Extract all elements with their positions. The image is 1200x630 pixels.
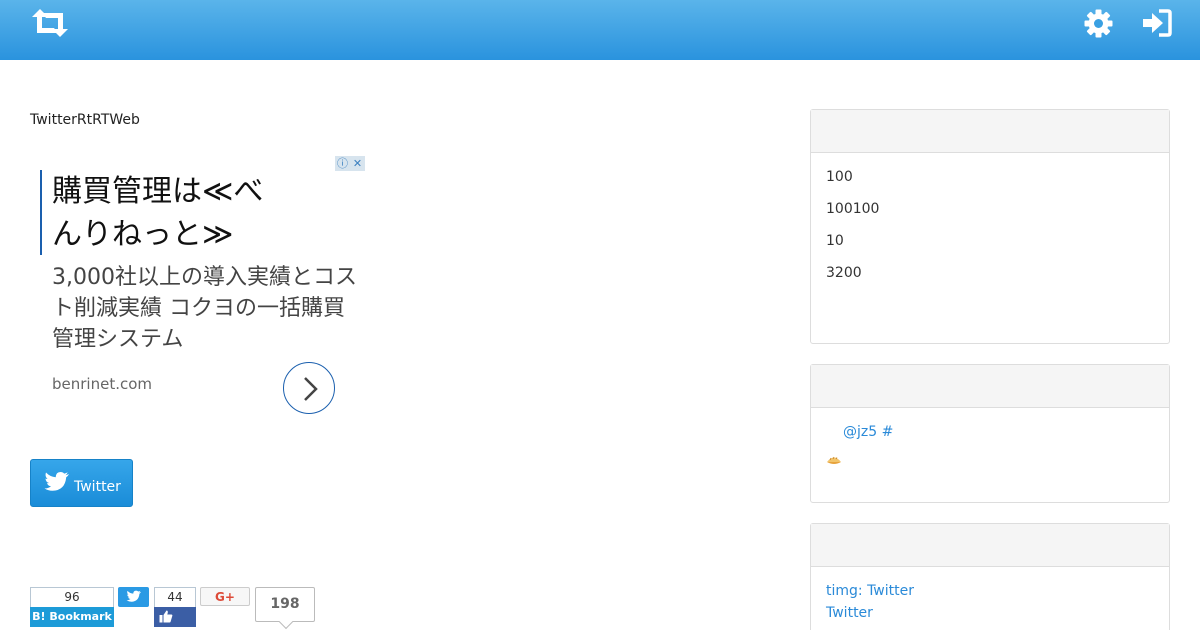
retweet-icon[interactable]	[30, 8, 70, 38]
ad-choices[interactable]: ⓘ ✕	[335, 152, 366, 171]
panel-body: @jz5 #	[811, 408, 1169, 479]
sidebar-link-twitter[interactable]: Twitter	[826, 602, 1154, 624]
panel-heading	[811, 524, 1169, 567]
info-icon[interactable]: ⓘ	[335, 156, 350, 171]
facebook-like-button[interactable]	[154, 607, 196, 627]
panel-body: timg: Twitter Twitter	[811, 567, 1169, 630]
sidebar-panel-author: @jz5 #	[810, 364, 1170, 503]
ad-headline[interactable]: 購買管理は≪べんりねっと≫	[40, 170, 290, 255]
hatena-count: 96	[30, 587, 114, 607]
advertisement[interactable]: ⓘ ✕ 購買管理は≪べんりねっと≫ 3,000社以上の導入実績とコスト削減実績 コ…	[30, 150, 366, 430]
twitter-login-button[interactable]: Twitter	[30, 459, 133, 507]
chevron-right-icon	[304, 377, 318, 401]
top-navbar	[0, 0, 1200, 60]
panel-body: 100 100100 10 3200	[811, 153, 1169, 307]
facebook-count: 44	[154, 587, 196, 607]
list-item: 10	[826, 233, 844, 249]
twitter-bird-icon	[126, 590, 142, 602]
thumbs-up-icon	[159, 610, 173, 623]
close-icon[interactable]: ✕	[350, 156, 365, 171]
panel-heading	[811, 365, 1169, 408]
ad-domain[interactable]: benrinet.com	[52, 375, 152, 393]
list-item: 3200	[826, 265, 862, 281]
list-item: 100100	[826, 201, 880, 217]
dumpling-icon	[826, 454, 842, 466]
gear-icon[interactable]	[1084, 9, 1113, 38]
ad-description: 3,000社以上の導入実績とコスト削減実績 コクヨの一括購買管理システム	[52, 265, 357, 352]
author-handle-link[interactable]: @jz5 #	[843, 421, 1154, 443]
hatena-bookmark-button[interactable]: B! Bookmark	[30, 607, 114, 627]
page-title: TwitterRtRTWeb	[30, 112, 140, 128]
ad-go-button[interactable]	[283, 362, 335, 414]
sidebar-panel-links: timg: Twitter Twitter	[810, 523, 1170, 630]
share-count-balloon: 198	[255, 587, 315, 622]
twitter-bird-icon	[44, 472, 69, 491]
panel-heading	[811, 110, 1169, 153]
twitter-button-label: Twitter	[74, 479, 121, 495]
sidebar-link-timg[interactable]: timg: Twitter	[826, 580, 1154, 602]
sign-in-icon[interactable]	[1142, 9, 1172, 37]
list-item: 100	[826, 169, 853, 185]
google-plus-button[interactable]: G+	[200, 587, 250, 606]
tweet-share-button[interactable]	[118, 587, 149, 607]
sidebar-panel-stats: 100 100100 10 3200	[810, 109, 1170, 344]
